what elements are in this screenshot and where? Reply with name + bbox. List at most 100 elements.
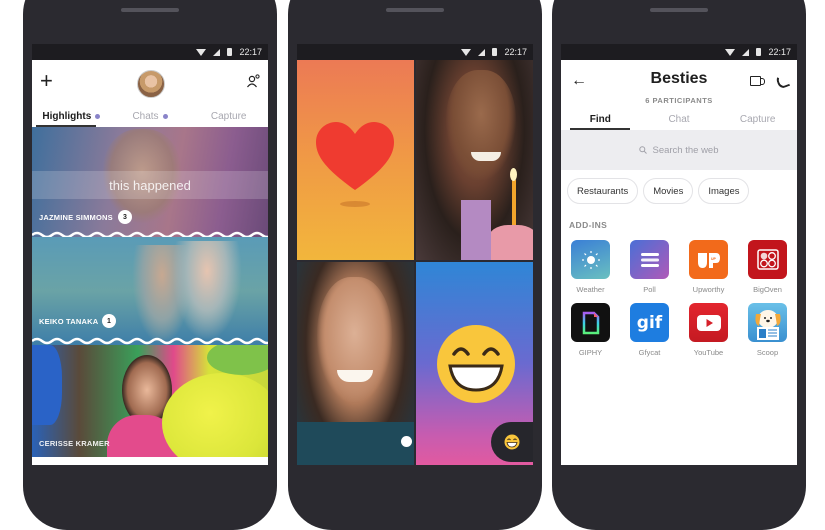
signal-icon: [742, 48, 750, 56]
giphy-icon: [571, 303, 610, 342]
story-author: KEIKO TANAKA: [39, 317, 99, 326]
addin-youtube[interactable]: YouTube: [679, 303, 738, 357]
scoop-icon: [748, 303, 787, 342]
svg-text:UP: UP: [711, 257, 717, 261]
heart-sticker-tile[interactable]: [297, 60, 414, 260]
status-bar: 22:17: [297, 44, 533, 60]
reactions-button[interactable]: [491, 422, 533, 462]
screen: 22:17: [297, 44, 533, 465]
status-bar: 22:17: [32, 44, 268, 60]
photo-balloon-yellow: [162, 373, 268, 457]
speaker-grille: [386, 8, 444, 12]
emoji-sticker-tile[interactable]: [416, 262, 533, 465]
cupcake: [488, 225, 533, 260]
conversation-header: ← Besties: [561, 66, 797, 94]
weather-icon: [571, 240, 610, 279]
status-bar: 22:17: [561, 44, 797, 60]
addin-giphy[interactable]: GIPHY: [561, 303, 620, 357]
tab-find[interactable]: Find: [561, 114, 640, 125]
suggestion-chips: Restaurants Movies Images: [561, 170, 797, 204]
addin-weather[interactable]: Weather: [561, 240, 620, 294]
tab-label: Capture: [739, 113, 776, 125]
tab-label: Highlights: [42, 111, 92, 122]
addin-label: Weather: [576, 285, 605, 294]
addin-bigoven[interactable]: BigOven: [738, 240, 797, 294]
chip-restaurants[interactable]: Restaurants: [567, 178, 639, 204]
signal-icon: [478, 48, 486, 56]
app-header: +: [32, 60, 268, 106]
story-count-badge: 3: [118, 210, 132, 224]
laughing-emoji-icon: [437, 325, 515, 403]
battery-icon: [227, 48, 233, 56]
tab-chats[interactable]: Chats: [111, 111, 190, 122]
addin-upworthy[interactable]: UP Upworthy: [679, 240, 738, 294]
highlight-card[interactable]: this happened JAZMINE SIMMONS 3: [32, 127, 268, 237]
wave-divider: [32, 337, 268, 345]
status-time: 22:17: [768, 47, 791, 57]
addins-heading: ADD-INS: [569, 220, 608, 230]
screen: 22:17 + Highlights Chats Capture this ha…: [32, 44, 268, 465]
poll-icon: [630, 240, 669, 279]
photo-child: [172, 241, 242, 341]
photo-balloon-blue: [32, 345, 62, 425]
add-contact-icon[interactable]: [246, 74, 260, 88]
addin-label: GIPHY: [578, 348, 603, 357]
speaker-grille: [650, 8, 708, 12]
wifi-icon: [461, 48, 472, 56]
story-count-badge: 1: [102, 314, 116, 328]
photo-balloon-green: [207, 345, 268, 375]
story-caption: this happened: [32, 171, 268, 199]
highlight-card[interactable]: CERISSE KRAMER: [32, 345, 268, 457]
signal-icon: [213, 48, 221, 56]
status-time: 22:17: [239, 47, 262, 57]
addin-gfycat[interactable]: gif Gfycat: [620, 303, 679, 357]
story-author: CERISSE KRAMER: [39, 439, 110, 448]
chip-images[interactable]: Images: [698, 178, 750, 204]
phone-group-find: 22:17 ← Besties 6 PARTICIPANTS Find Chat…: [552, 0, 806, 530]
participants-count: 6 PARTICIPANTS: [645, 96, 713, 105]
unread-dot: [162, 114, 168, 119]
participant-shirt: [297, 422, 414, 465]
wifi-icon: [725, 48, 736, 56]
video-participant-tile[interactable]: [416, 60, 533, 260]
screen: 22:17 ← Besties 6 PARTICIPANTS Find Chat…: [561, 44, 797, 465]
tab-chat[interactable]: Chat: [640, 114, 719, 125]
battery-icon: [756, 48, 762, 56]
video-call-icon[interactable]: [750, 76, 765, 86]
record-indicator[interactable]: [401, 436, 412, 447]
video-participant-tile[interactable]: [297, 262, 414, 465]
tab-label: Capture: [210, 111, 247, 122]
chip-movies[interactable]: Movies: [643, 178, 694, 204]
unread-dot: [95, 114, 101, 119]
participant-face: [446, 70, 516, 180]
tab-capture[interactable]: Capture: [718, 114, 797, 125]
tab-label: Chat: [668, 113, 690, 125]
addin-scoop[interactable]: Scoop: [738, 303, 797, 357]
speaker-grille: [121, 8, 179, 12]
participant-smile: [471, 152, 501, 161]
phone-highlights: 22:17 + Highlights Chats Capture this ha…: [23, 0, 277, 530]
tab-highlights[interactable]: Highlights: [32, 111, 111, 122]
avatar[interactable]: [137, 70, 165, 98]
addin-label: YouTube: [693, 348, 724, 357]
addin-poll[interactable]: Poll: [620, 240, 679, 294]
tab-bar: Highlights Chats Capture: [32, 106, 268, 127]
story-author: JAZMINE SIMMONS: [39, 213, 113, 222]
participant-face: [317, 277, 392, 402]
highlight-card[interactable]: KEIKO TANAKA 1: [32, 237, 268, 345]
addin-label: BigOven: [753, 285, 782, 294]
plus-icon[interactable]: +: [40, 70, 53, 92]
active-tab-indicator: [570, 128, 630, 130]
search-input[interactable]: Search the web: [561, 130, 797, 170]
tab-capture[interactable]: Capture: [189, 111, 268, 122]
phone-video-call: 22:17: [288, 0, 542, 530]
candle: [512, 180, 516, 230]
addin-label: Poll: [643, 285, 656, 294]
tab-bar: Find Chat Capture: [561, 108, 797, 130]
addin-label: Scoop: [756, 348, 779, 357]
wifi-icon: [196, 48, 207, 56]
heart-icon: [316, 122, 394, 207]
participant-shirt: [461, 200, 491, 260]
status-time: 22:17: [504, 47, 527, 57]
tab-label: Find: [589, 113, 611, 125]
